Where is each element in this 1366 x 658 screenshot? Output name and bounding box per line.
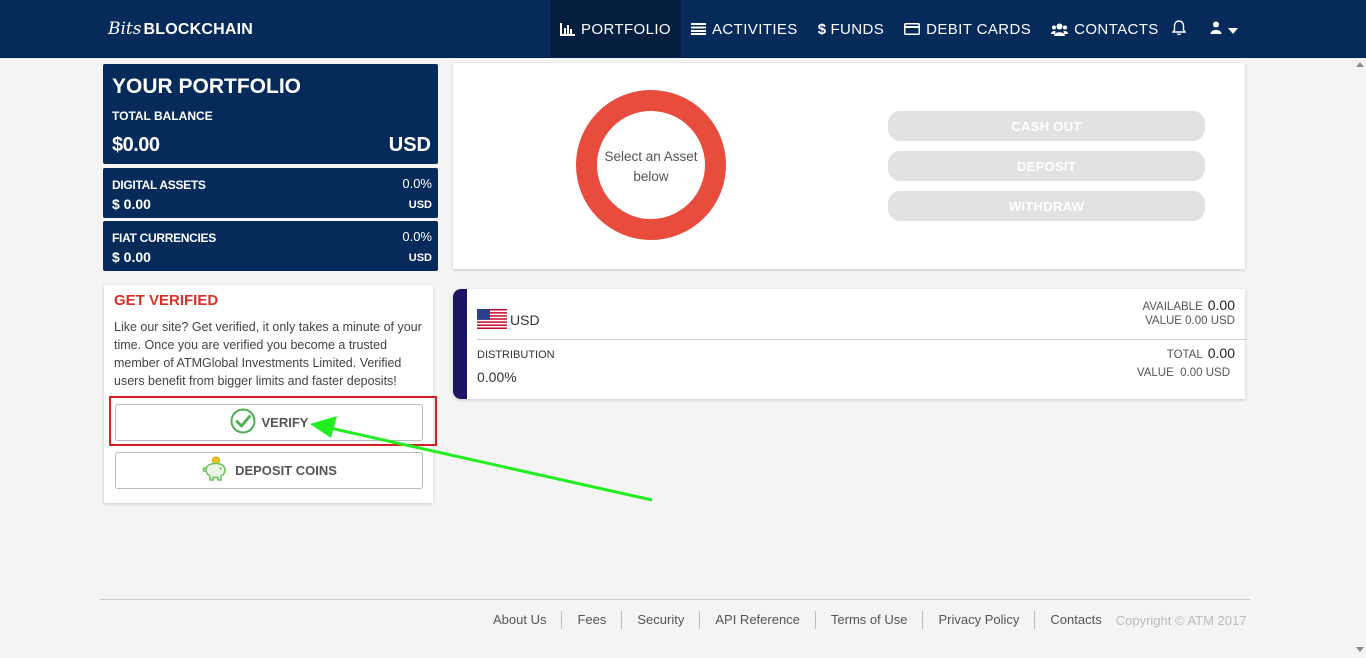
nav-funds-label: FUNDS [830,20,885,38]
donut-center-text: Select an Asset below [604,149,698,184]
nav-contacts[interactable]: CONTACTS [1041,0,1169,58]
scroll-down-arrow-icon[interactable] [1356,647,1364,652]
deposit-coins-label: DEPOSIT COINS [235,463,337,478]
fiat-currencies-label: FIAT CURRENCIES [112,231,216,245]
copyright-text: Copyright © ATM 2017 [1115,612,1247,628]
footer-link-terms[interactable]: Terms of Use [814,611,923,629]
get-verified-title: GET VERIFIED [114,292,219,309]
nav-portfolio[interactable]: PORTFOLIO [550,0,682,58]
value-row: VALUE 0.00 USD [1145,315,1235,327]
asset-divider [477,339,1247,340]
cash-out-button[interactable]: CASH OUT [888,111,1205,141]
distribution-value: 0.00% [477,369,517,385]
nav-funds[interactable]: $ FUNDS [808,0,894,58]
total-balance-amount: $0.00 [112,134,160,156]
withdraw-button[interactable]: WITHDRAW [888,191,1205,221]
available-label: AVAILABLE [1142,301,1203,313]
piggy-bank-icon [201,456,229,485]
digital-assets-panel[interactable]: DIGITAL ASSETS $ 0.00 0.0% USD [103,168,438,218]
value-label: VALUE 0.00 USD [1145,315,1235,327]
deposit-coins-button[interactable]: DEPOSIT COINS [115,452,423,489]
nav-debit-cards-label: DEBIT CARDS [926,20,1032,38]
top-navbar: Bits BLOCKCHAIN PORTFOLIO ACTIVITIES $ F… [0,0,1366,58]
footer-link-security[interactable]: Security [621,611,699,629]
footer-divider [100,599,1250,600]
total-row: TOTAL 0.00 [1167,345,1235,361]
chevron-down-icon [1228,21,1238,39]
brand-logo[interactable]: Bits BLOCKCHAIN [108,19,253,39]
footer-link-privacy[interactable]: Privacy Policy [922,611,1034,629]
total-value-label: VALUE 0.00 USD [1136,367,1230,379]
digital-assets-percent: 0.0% [402,176,432,191]
nav-portfolio-label: PORTFOLIO [581,20,672,38]
bar-chart-icon [560,22,575,36]
footer: About Us Fees Security API Reference Ter… [478,611,1246,629]
total-value-row: VALUE 0.00 USD [1137,367,1230,379]
bell-icon[interactable] [1171,20,1187,41]
footer-link-about[interactable]: About Us [478,611,561,629]
brand-script: Bits [108,19,142,39]
distribution-label: DISTRIBUTION [477,349,555,361]
asset-name: USD [510,312,540,328]
fiat-currencies-percent: 0.0% [402,229,432,244]
total-value: 0.00 [1207,345,1235,361]
list-icon [691,23,707,35]
verify-highlight-box [109,396,437,446]
total-balance-currency: USD [388,134,431,156]
footer-link-fees[interactable]: Fees [561,611,621,629]
nav-activities[interactable]: ACTIVITIES [681,0,808,58]
footer-link-api[interactable]: API Reference [699,611,815,629]
nav-contacts-label: CONTACTS [1074,20,1159,38]
nav-debit-cards[interactable]: DEBIT CARDS [894,0,1041,58]
digital-assets-label: DIGITAL ASSETS [112,178,206,192]
footer-link-contacts[interactable]: Contacts [1034,611,1116,629]
total-label: TOTAL [1166,349,1203,361]
dollar-icon: $ [817,20,827,38]
get-verified-card: GET VERIFIED Like our site? Get verified… [104,285,433,503]
brand-name: BLOCKCHAIN [143,21,254,38]
available-value: 0.00 [1207,297,1235,313]
asset-chart-card: Select an Asset below CASH OUT DEPOSIT W… [453,63,1245,269]
nav-activities-label: ACTIVITIES [712,20,798,38]
portfolio-summary: YOUR PORTFOLIO TOTAL BALANCE $0.00 USD [103,64,438,164]
total-balance-label: TOTAL BALANCE [112,109,213,123]
us-flag-icon [477,309,507,334]
fiat-currencies-value: $ 0.00 [112,249,151,265]
fiat-currencies-panel[interactable]: FIAT CURRENCIES $ 0.00 0.0% USD [103,221,438,271]
fiat-currencies-currency: USD [408,252,432,264]
credit-card-icon [904,23,921,35]
digital-assets-value: $ 0.00 [112,196,151,212]
get-verified-text: Like our site? Get verified, it only tak… [114,320,422,388]
main-nav: PORTFOLIO ACTIVITIES $ FUNDS DEBIT CARDS… [550,0,1169,58]
user-menu[interactable] [1210,21,1238,39]
deposit-button[interactable]: DEPOSIT [888,151,1205,181]
page-scrollbar[interactable] [1356,58,1366,658]
available-row: AVAILABLE 0.00 [1142,297,1235,313]
user-icon [1210,21,1222,39]
users-icon [1051,23,1069,36]
usd-asset-card[interactable]: USD AVAILABLE 0.00 VALUE 0.00 USD DISTRI… [453,289,1247,399]
portfolio-title: YOUR PORTFOLIO [112,75,301,98]
digital-assets-currency: USD [408,199,432,211]
scroll-up-arrow-icon[interactable] [1356,62,1364,67]
